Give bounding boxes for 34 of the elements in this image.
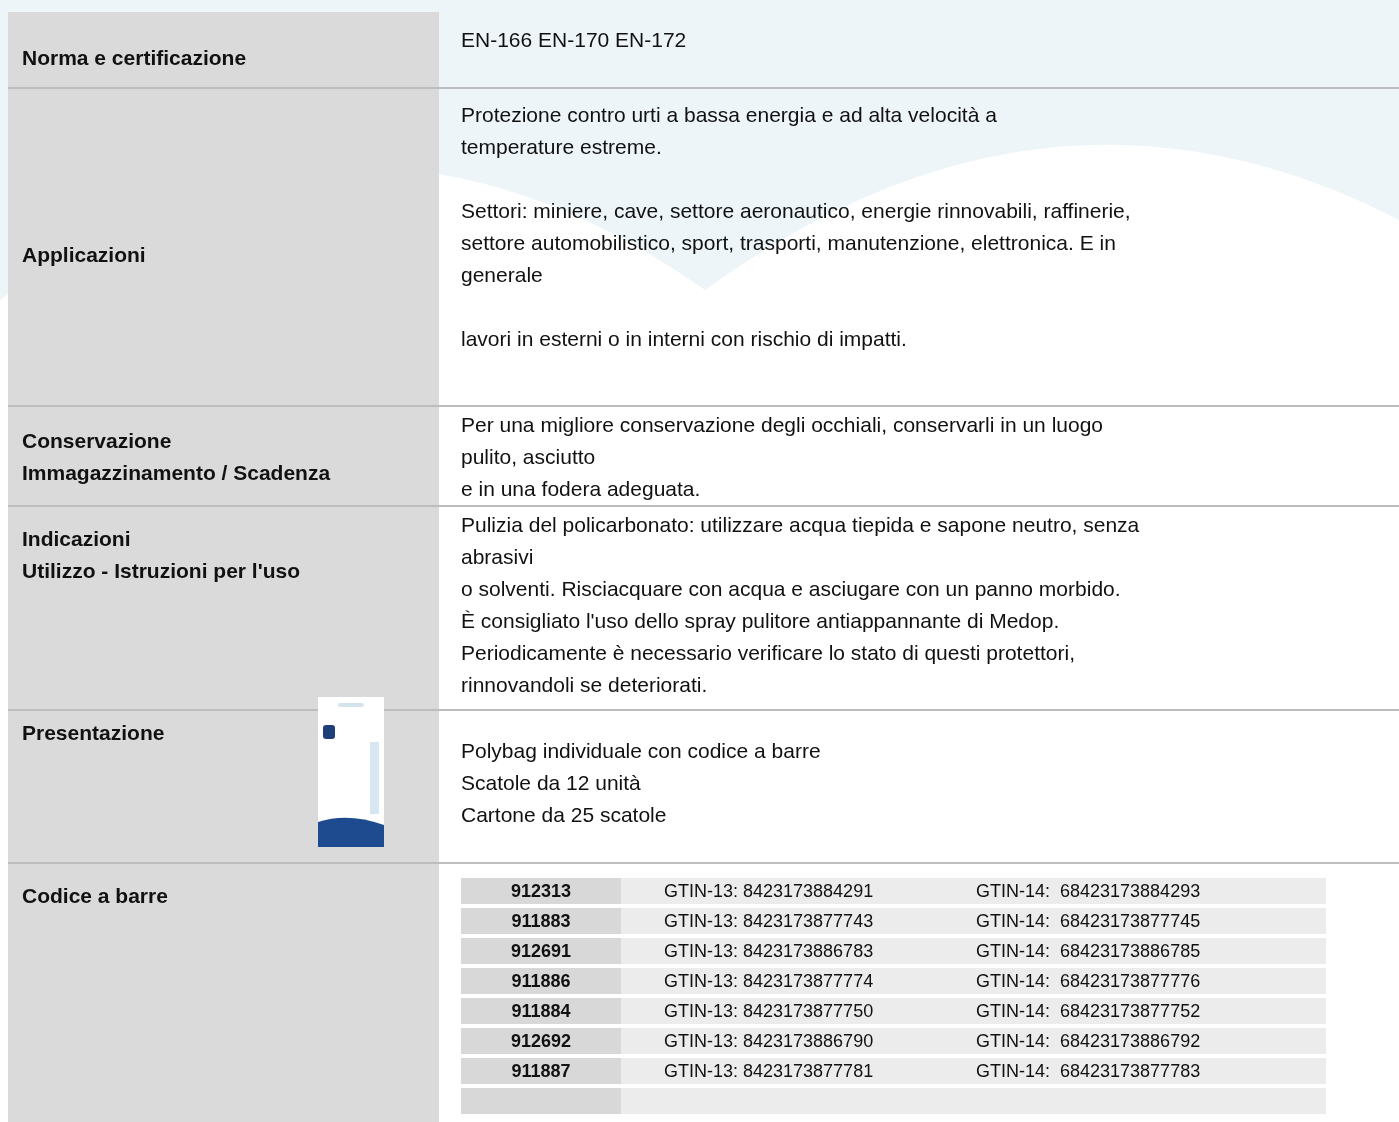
product-code-cell: 911883 — [461, 908, 621, 934]
row-label: Norma e certificazione — [22, 44, 247, 71]
row-label: Presentazione — [22, 720, 165, 746]
gtin13-text: GTIN-13: 8423173884291 — [664, 880, 875, 903]
gtin14-text: GTIN-14: 68423173877745 — [976, 910, 1202, 933]
description-text: lavori in esterni o in interni con rischio di impatti. — [461, 326, 908, 352]
product-code-cell: 911886 — [461, 968, 621, 994]
gtin14-text: GTIN-14: 68423173886792 — [976, 1030, 1202, 1053]
description-text: Polybag individuale con codice a barre Scatole da 12 unità Cartone da 25 scatole — [461, 738, 822, 828]
gtin13-text: GTIN-13: 8423173877781 — [664, 1060, 875, 1083]
gtin14-text: GTIN-14: 68423173886785 — [976, 940, 1202, 963]
gtin13-text: GTIN-13: 8423173877743 — [664, 910, 875, 933]
gtin14-text: GTIN-14: 68423173877783 — [976, 1060, 1202, 1083]
product-code-cell: 912313 — [461, 878, 621, 904]
product-code-cell: 912692 — [461, 1028, 621, 1054]
product-code-cell: 911887 — [461, 1058, 621, 1084]
gtin13-text: GTIN-13: 8423173886790 — [664, 1030, 875, 1053]
description-text: Per una migliore conservazione degli occhiali, conservarli in un luogo pulito, asciutto e in una fodera adeguata. — [461, 412, 1105, 502]
gtin13-text: GTIN-13: 8423173886783 — [664, 940, 875, 963]
description-text: Pulizia del policarbonato: utilizzare acqua tiepida e sapone neutro, senza abrasivi o solventi. Risciacquare con acqua e asciugare con un panno morbido. È consigliato l'uso dello spray pulitore antiappannante di Medop. Periodicamente è necessario verificare lo stato di questi protettori, rinnovandoli se deteriorati. — [461, 512, 1141, 698]
product-code-cell: 911884 — [461, 998, 621, 1024]
gtin13-text: GTIN-13: 8423173877774 — [664, 970, 875, 993]
gtin14-text: GTIN-14: 68423173877752 — [976, 1000, 1202, 1023]
product-code-cell: 912691 — [461, 938, 621, 964]
gtin13-text: GTIN-13: 8423173877750 — [664, 1000, 875, 1023]
description-text: Settori: miniere, cave, settore aeronautico, energie rinnovabili, raffinerie, settore automobilistico, sport, trasporti, manutenzione, elettronica. E in generale — [461, 198, 1132, 288]
gtin14-text: GTIN-14: 68423173877776 — [976, 970, 1202, 993]
gtin14-text: GTIN-14: 68423173884293 — [976, 880, 1202, 903]
row-label: Indicazioni Utilizzo - Istruzioni per l'uso — [22, 526, 300, 584]
row-label: Codice a barre — [22, 883, 168, 909]
description-text: Protezione contro urti a bassa energia e ad alta velocità a temperature estreme. — [461, 102, 998, 160]
row-label: Conservazione Immagazzinamento / Scadenza — [22, 428, 331, 486]
row-label: Applicazioni — [22, 242, 146, 268]
description-text: EN-166 EN-170 EN-172 — [461, 27, 688, 53]
